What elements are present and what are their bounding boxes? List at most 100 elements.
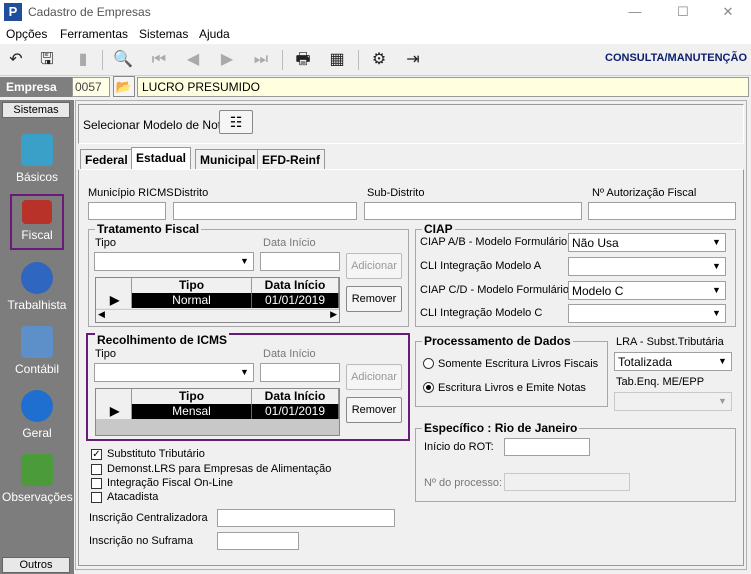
integracao-fiscal-checkbox[interactable] [91,478,102,489]
worker-icon [21,262,53,294]
modelo-nota-button[interactable]: ☷ [219,110,253,134]
processo-input[interactable] [504,473,630,491]
mode-label: CONSULTA/MANUTENÇÃO [605,52,747,64]
tab-federal[interactable]: Federal [80,149,133,169]
sidebar-item-label: Observações [2,490,73,504]
tratamento-fiscal-title: Tratamento Fiscal [95,222,202,236]
menu-ferramentas[interactable]: Ferramentas [60,27,128,41]
search-icon[interactable]: 🔍 [110,48,136,72]
grid-header-tipo[interactable]: Tipo [132,278,252,293]
autorizacao-fiscal-input[interactable] [588,202,736,220]
tab-enq-label: Tab.Enq. ME/EPP [616,376,705,388]
last-record-icon[interactable]: ⏭ [248,48,274,72]
atacadista-checkbox[interactable] [91,492,102,503]
empresa-code-field[interactable]: 0057 [72,77,110,97]
tratamento-grid[interactable]: Tipo Data Início ▶ Normal 01/01/2019 ◀ ▶ [95,277,340,323]
menu-sistemas[interactable]: Sistemas [139,27,188,41]
recolhimento-tipo-select[interactable]: ▼ [94,363,254,382]
atacadista-label[interactable]: Atacadista [107,491,158,503]
cli-a-select[interactable]: ▼ [568,257,726,276]
exit-icon[interactable]: ⇥ [400,48,426,72]
sidebar-item-fiscal[interactable]: Fiscal [10,194,64,250]
sidebar-item-label: Trabalhista [7,298,67,312]
calculator-icon [21,326,53,358]
grid-header-data[interactable]: Data Início [252,389,339,404]
lra-select[interactable]: Totalizada ▼ [614,352,732,371]
save-icon[interactable]: 🖫 [34,48,60,72]
next-record-icon[interactable]: ▶ [214,48,240,72]
table-row-data[interactable]: 01/01/2019 [252,293,339,308]
sidebar-item-basicos[interactable]: Básicos [2,134,72,184]
first-record-icon[interactable]: ⏮ [146,48,172,72]
tools-icon[interactable]: ⚙ [366,48,392,72]
processamento-option2-radio[interactable] [423,382,434,393]
demonst-lrs-checkbox[interactable] [91,464,102,475]
sidebar-item-observacoes[interactable]: Observações [2,454,73,504]
processamento-option1-label[interactable]: Somente Escritura Livros Fiscais [438,358,598,370]
menu-ajuda[interactable]: Ajuda [199,27,230,41]
ciap-title: CIAP [422,222,455,236]
print-icon[interactable]: 🖶 [290,48,316,72]
integracao-fiscal-label[interactable]: Integração Fiscal On-Line [107,477,233,489]
processamento-option2-label[interactable]: Escritura Livros e Emite Notas [438,382,586,394]
tab-municipal[interactable]: Municipal [195,149,261,169]
distrito-label: Distrito [174,187,209,199]
ciap-cd-value: Modelo C [572,284,624,298]
undo-icon[interactable]: ↶ [3,48,29,72]
sub-distrito-input[interactable] [364,202,582,220]
table-row-data[interactable]: 01/01/2019 [252,404,339,419]
row-pointer-icon: ▶ [96,404,132,419]
maximize-button[interactable]: ☐ [660,0,706,24]
recolhimento-remove-button[interactable]: Remover [346,397,402,423]
delete-icon[interactable]: ▮ [70,48,96,72]
substituto-tributario-checkbox[interactable]: ✓ [91,449,102,460]
previous-record-icon[interactable]: ◀ [180,48,206,72]
close-button[interactable]: ✕ [705,0,751,24]
ciap-ab-select[interactable]: Não Usa ▼ [568,233,726,252]
processamento-option1-radio[interactable] [423,358,434,369]
ciap-cd-label: CIAP C/D - Modelo Formulário [420,284,569,296]
municipio-ricms-input[interactable] [88,202,166,220]
sidebar-item-geral[interactable]: Geral [2,390,72,440]
sidebar-item-label: Geral [22,426,52,440]
report-icon[interactable]: ▦ [324,48,350,72]
cli-c-select[interactable]: ▼ [568,304,726,323]
open-folder-button[interactable]: 📂 [113,76,135,97]
rot-input[interactable] [504,438,590,456]
recolhimento-grid[interactable]: Tipo Data Início ▶ Mensal 01/01/2019 [95,388,340,436]
recolhimento-data-input[interactable] [260,363,340,382]
grid-header-data[interactable]: Data Início [252,278,339,293]
inscricao-suframa-label: Inscrição no Suframa [89,535,193,547]
tratamento-tipo-select[interactable]: ▼ [94,252,254,271]
tab-enq-select[interactable]: ▼ [614,392,732,411]
horizontal-scrollbar[interactable]: ◀ ▶ [96,309,339,322]
sidebar-item-contabil[interactable]: Contábil [2,326,72,376]
table-row-tipo[interactable]: Normal [132,293,252,308]
scroll-right-icon[interactable]: ▶ [330,309,337,320]
toolbar-separator [102,50,103,70]
sidebar-header[interactable]: Sistemas [2,102,70,118]
recolhimento-add-button[interactable]: Adicionar [346,364,402,390]
tratamento-add-button[interactable]: Adicionar [346,253,402,279]
tratamento-data-input[interactable] [260,252,340,271]
tratamento-remove-button[interactable]: Remover [346,286,402,312]
scroll-left-icon[interactable]: ◀ [98,309,105,320]
menu-opcoes[interactable]: Opções [6,27,47,41]
empresa-name-field[interactable]: LUCRO PRESUMIDO [137,77,749,97]
sidebar-footer[interactable]: Outros [2,557,70,573]
substituto-tributario-label[interactable]: Substituto Tributário [107,448,205,460]
sidebar-item-trabalhista[interactable]: Trabalhista [2,262,72,312]
distrito-input[interactable] [173,202,357,220]
inscricao-suframa-input[interactable] [217,532,299,550]
tab-estadual[interactable]: Estadual [131,147,192,169]
tab-efd-reinf[interactable]: EFD-Reinf [257,149,325,169]
ledger-icon [22,200,52,224]
processamento-group [415,341,608,407]
inscricao-centralizadora-input[interactable] [217,509,395,527]
demonst-lrs-label[interactable]: Demonst.LRS para Empresas de Alimentação [107,463,331,475]
grid-header-tipo[interactable]: Tipo [132,389,252,404]
ciap-cd-select[interactable]: Modelo C ▼ [568,281,726,300]
minimize-button[interactable]: — [612,0,658,24]
sidebar-item-label: Básicos [15,170,59,184]
table-row-tipo[interactable]: Mensal [132,404,252,419]
